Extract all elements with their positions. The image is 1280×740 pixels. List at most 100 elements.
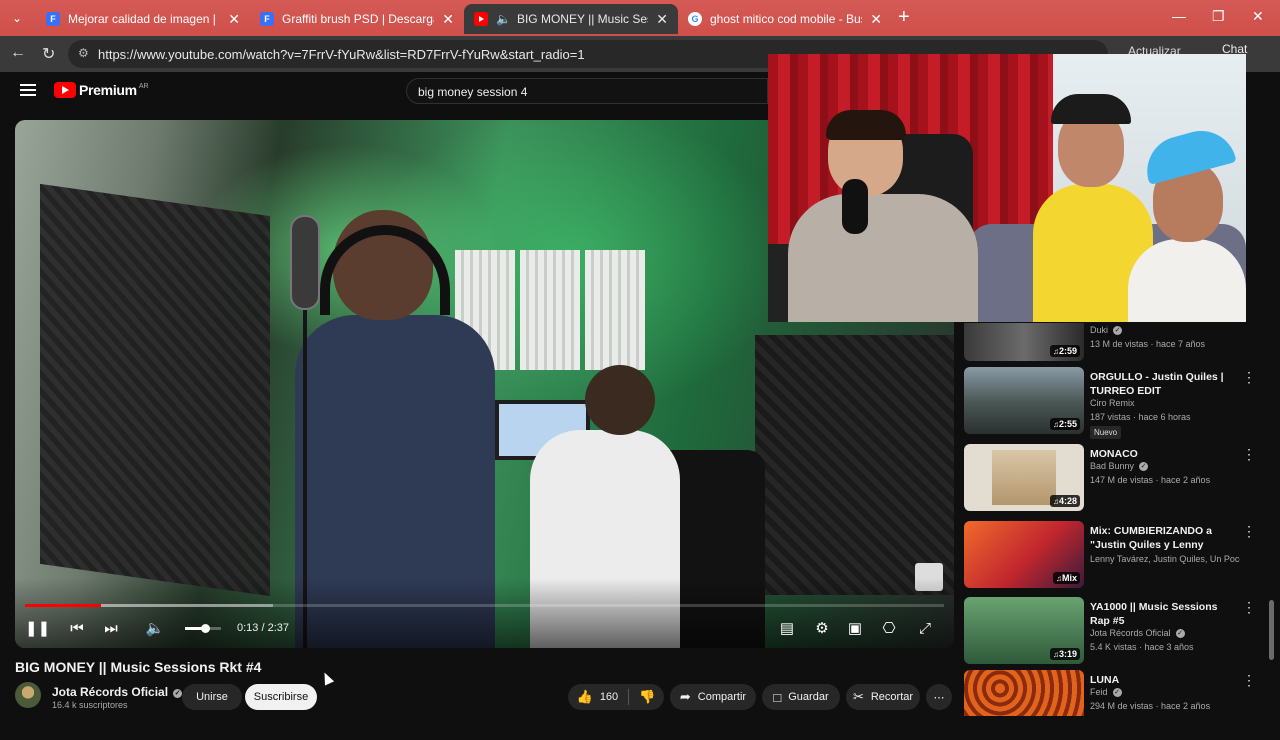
duration-badge: 3:19 (1049, 648, 1080, 660)
diffuser-panel (520, 250, 580, 370)
rec-thumbnail[interactable]: 2:59 (964, 323, 1084, 361)
rec-thumbnail[interactable]: 4:28 (964, 444, 1084, 511)
close-tab-icon[interactable]: ✕ (656, 11, 668, 28)
rec-channel-name: Jota Récords Oficial (1090, 628, 1171, 638)
diffuser-panel (585, 250, 645, 370)
tab-search-button[interactable]: ⌄ (6, 7, 28, 29)
reload-icon[interactable]: ↻ (42, 44, 55, 64)
menu-icon[interactable] (20, 84, 36, 96)
like-icon[interactable]: 👍 (577, 689, 593, 705)
more-options-icon[interactable]: ⋮ (1242, 369, 1256, 386)
clip-label: Recortar (870, 691, 914, 703)
rec-title[interactable]: ORGULLO - Justin Quiles | TURREO EDIT (1090, 370, 1240, 398)
more-options-icon[interactable]: ⋮ (1242, 599, 1256, 616)
rec-item-4[interactable]: 3:19 YA1000 || Music Sessions Rap #5 Jot… (964, 597, 1264, 667)
rec-meta: 187 vistas · hace 6 horas (1090, 412, 1191, 422)
like-count[interactable]: 160 (600, 691, 618, 703)
subscribe-label: Suscribirse (253, 691, 309, 703)
search-query: big money session 4 (418, 85, 528, 99)
rec-thumbnail[interactable]: Mix (964, 521, 1084, 588)
previous-icon[interactable]: ⏮ (65, 617, 89, 641)
scissors-icon: ✂ (852, 689, 864, 704)
rec-channel[interactable]: Feid ✓ (1090, 687, 1240, 697)
verified-icon: ✓ (1113, 326, 1123, 335)
join-button[interactable]: Unirse (182, 684, 242, 710)
rec-title[interactable]: MONACO (1090, 447, 1240, 461)
more-options-icon[interactable]: ⋮ (1242, 672, 1256, 689)
rec-thumbnail[interactable] (964, 670, 1084, 716)
rec-item-1[interactable]: 2:55 ORGULLO - Justin Quiles | TURREO ED… (964, 367, 1264, 439)
more-options-icon[interactable]: ⋮ (1242, 523, 1256, 540)
pause-icon[interactable]: ❚❚ (25, 617, 50, 641)
new-tab-button[interactable]: + (898, 6, 910, 29)
close-window-button[interactable]: ✕ (1252, 8, 1264, 25)
webcam-overlay (768, 54, 1246, 322)
duration-badge: 4:28 (1049, 495, 1080, 507)
rec-meta: 13 M de vistas · hace 7 años (1090, 339, 1206, 349)
rec-title[interactable]: YA1000 || Music Sessions Rap #5 (1090, 600, 1240, 628)
youtube-premium-logo[interactable]: Premium AR (54, 82, 149, 98)
settings-gear-icon[interactable]: ⚙ (810, 617, 834, 641)
site-info-icon[interactable]: ⚙ (78, 46, 89, 60)
played-bar (25, 604, 101, 607)
guest-figure-white (1128, 123, 1246, 322)
speaker-audio-icon[interactable]: 🔈 (496, 12, 511, 26)
back-arrow-icon[interactable]: ← (10, 44, 26, 62)
tab-youtube-active[interactable]: 🔈 BIG MONEY || Music Sessions ✕ (464, 4, 678, 34)
cast-icon[interactable]: ⎔ (877, 617, 901, 641)
rec-channel[interactable]: Ciro Remix (1090, 398, 1240, 408)
youtube-favicon-icon (474, 12, 488, 26)
google-favicon-icon: G (688, 12, 702, 26)
subscribe-button[interactable]: Suscribirse (245, 684, 317, 710)
rec-channel[interactable]: Duki ✓ (1090, 325, 1240, 335)
rec-thumbnail[interactable]: 2:55 (964, 367, 1084, 434)
subtitles-icon[interactable]: ▤ (775, 617, 799, 641)
close-tab-icon[interactable]: ✕ (870, 11, 882, 28)
tab-freepik-enhance[interactable]: F Mejorar calidad de imagen | Freep ✕ (36, 4, 250, 34)
exit-fullscreen-icon[interactable]: ⤢ (913, 617, 937, 641)
tab-title: Graffiti brush PSD | Descarga gratu (282, 12, 434, 26)
album-art (992, 450, 1056, 505)
rec-item-2[interactable]: 4:28 MONACO Bad Bunny ✓ 147 M de vistas ·… (964, 444, 1264, 514)
country-code: AR (138, 82, 149, 90)
next-icon[interactable]: ⏭ (99, 617, 123, 641)
share-button[interactable]: ➦ Compartir (670, 684, 756, 710)
rec-item-5[interactable]: LUNA Feid ✓ 294 M de vistas · hace 2 años… (964, 670, 1264, 740)
volume-slider[interactable] (185, 624, 221, 633)
divider (628, 689, 630, 705)
channel-name[interactable]: Jota Récords Oficial ✓ (52, 685, 183, 699)
streamer-microphone (842, 179, 868, 234)
maximize-button[interactable]: ❐ (1212, 8, 1225, 25)
scrollbar-thumb[interactable] (1269, 600, 1274, 660)
rec-channel[interactable]: Lenny Tavárez, Justin Quiles, Un Poco de… (1090, 554, 1240, 564)
rec-channel[interactable]: Bad Bunny ✓ (1090, 461, 1240, 471)
volume-icon[interactable]: 🔈 (143, 617, 167, 641)
tab-title: Mejorar calidad de imagen | Freep (68, 12, 220, 26)
rec-channel[interactable]: Jota Récords Oficial ✓ (1090, 628, 1240, 638)
freepik-favicon-icon: F (260, 12, 274, 26)
rec-thumbnail[interactable]: 3:19 (964, 597, 1084, 664)
channel-avatar[interactable] (15, 682, 41, 708)
tab-google-search[interactable]: G ghost mitico cod mobile - Buscar c ✕ (678, 4, 892, 34)
volume-knob[interactable] (201, 624, 210, 633)
dislike-icon[interactable]: 👎 (639, 689, 655, 705)
time-display: 0:13 / 2:37 (237, 622, 290, 634)
minimize-button[interactable]: — (1172, 8, 1186, 24)
close-tab-icon[interactable]: ✕ (228, 11, 240, 28)
rec-channel-name: Bad Bunny (1090, 461, 1135, 471)
close-tab-icon[interactable]: ✕ (442, 11, 454, 28)
channel-name-text: Jota Récords Oficial (52, 685, 169, 699)
miniplayer-icon[interactable]: ▣ (843, 617, 867, 641)
rec-title[interactable]: Mix: CUMBIERIZANDO a "Justin Quiles y Le… (1090, 524, 1240, 552)
save-button[interactable]: □ Guardar (762, 684, 840, 710)
tab-freepik-graffiti[interactable]: F Graffiti brush PSD | Descarga gratu ✕ (250, 4, 464, 34)
more-options-icon[interactable]: ⋮ (1242, 446, 1256, 463)
rec-item-3[interactable]: Mix Mix: CUMBIERIZANDO a "Justin Quiles … (964, 521, 1264, 591)
more-actions-button[interactable]: ⋯ (926, 684, 952, 710)
rec-title[interactable]: LUNA (1090, 673, 1240, 687)
clip-button[interactable]: ✂ Recortar (846, 684, 920, 710)
save-label: Guardar (788, 691, 829, 703)
progress-bar[interactable] (25, 604, 944, 607)
more-icon: ⋯ (933, 691, 945, 704)
search-input[interactable]: big money session 4 (406, 78, 768, 104)
